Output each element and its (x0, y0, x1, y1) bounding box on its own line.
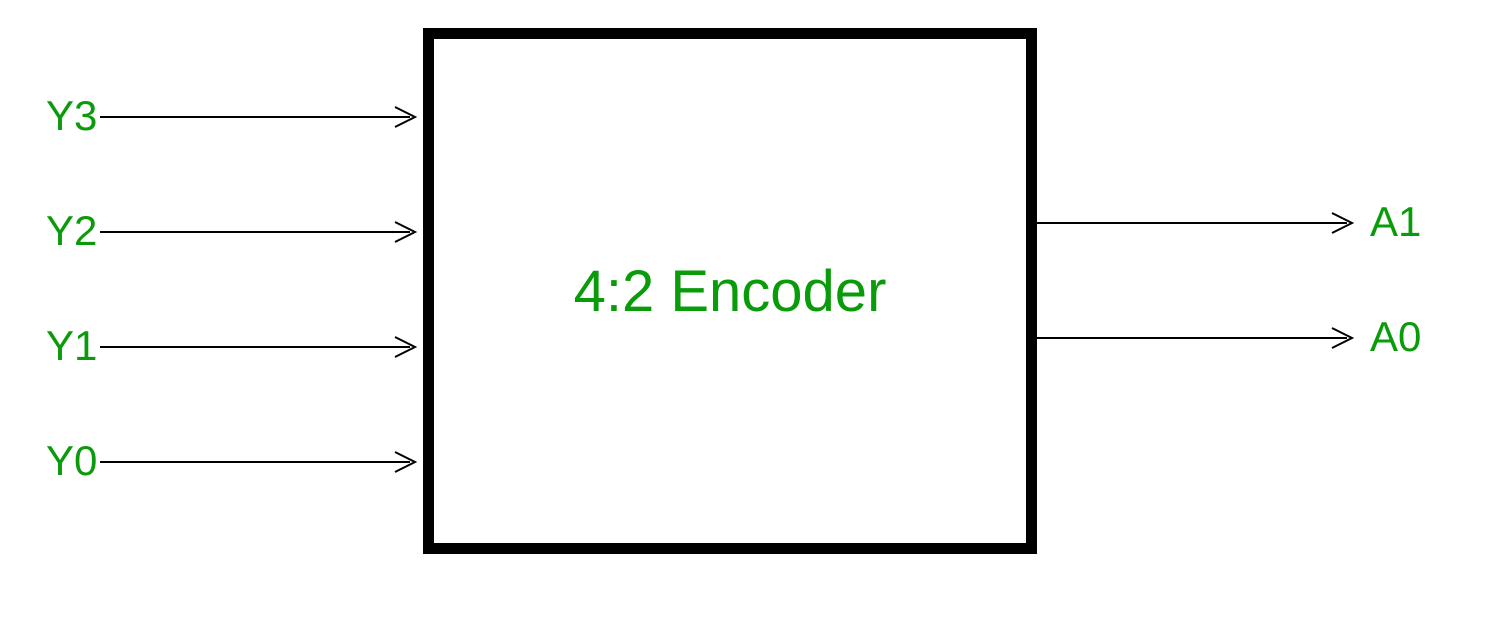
input-label-y1: Y1 (46, 322, 97, 370)
input-label-y0: Y0 (46, 437, 97, 485)
output-label-a0: A0 (1370, 313, 1421, 361)
output-label-a1: A1 (1370, 198, 1421, 246)
input-label-y2: Y2 (46, 207, 97, 255)
input-label-y3: Y3 (46, 92, 97, 140)
input-arrow-y0 (100, 461, 423, 481)
input-arrow-y1 (100, 346, 423, 366)
encoder-diagram: 4:2 Encoder Y3 Y2 Y1 Y0 A1 A0 (0, 0, 1490, 628)
input-arrow-y3 (100, 116, 423, 136)
encoder-box: 4:2 Encoder (423, 28, 1037, 554)
output-arrow-a1 (1037, 222, 1360, 242)
encoder-label: 4:2 Encoder (574, 258, 887, 325)
input-arrow-y2 (100, 231, 423, 251)
output-arrow-a0 (1037, 337, 1360, 357)
